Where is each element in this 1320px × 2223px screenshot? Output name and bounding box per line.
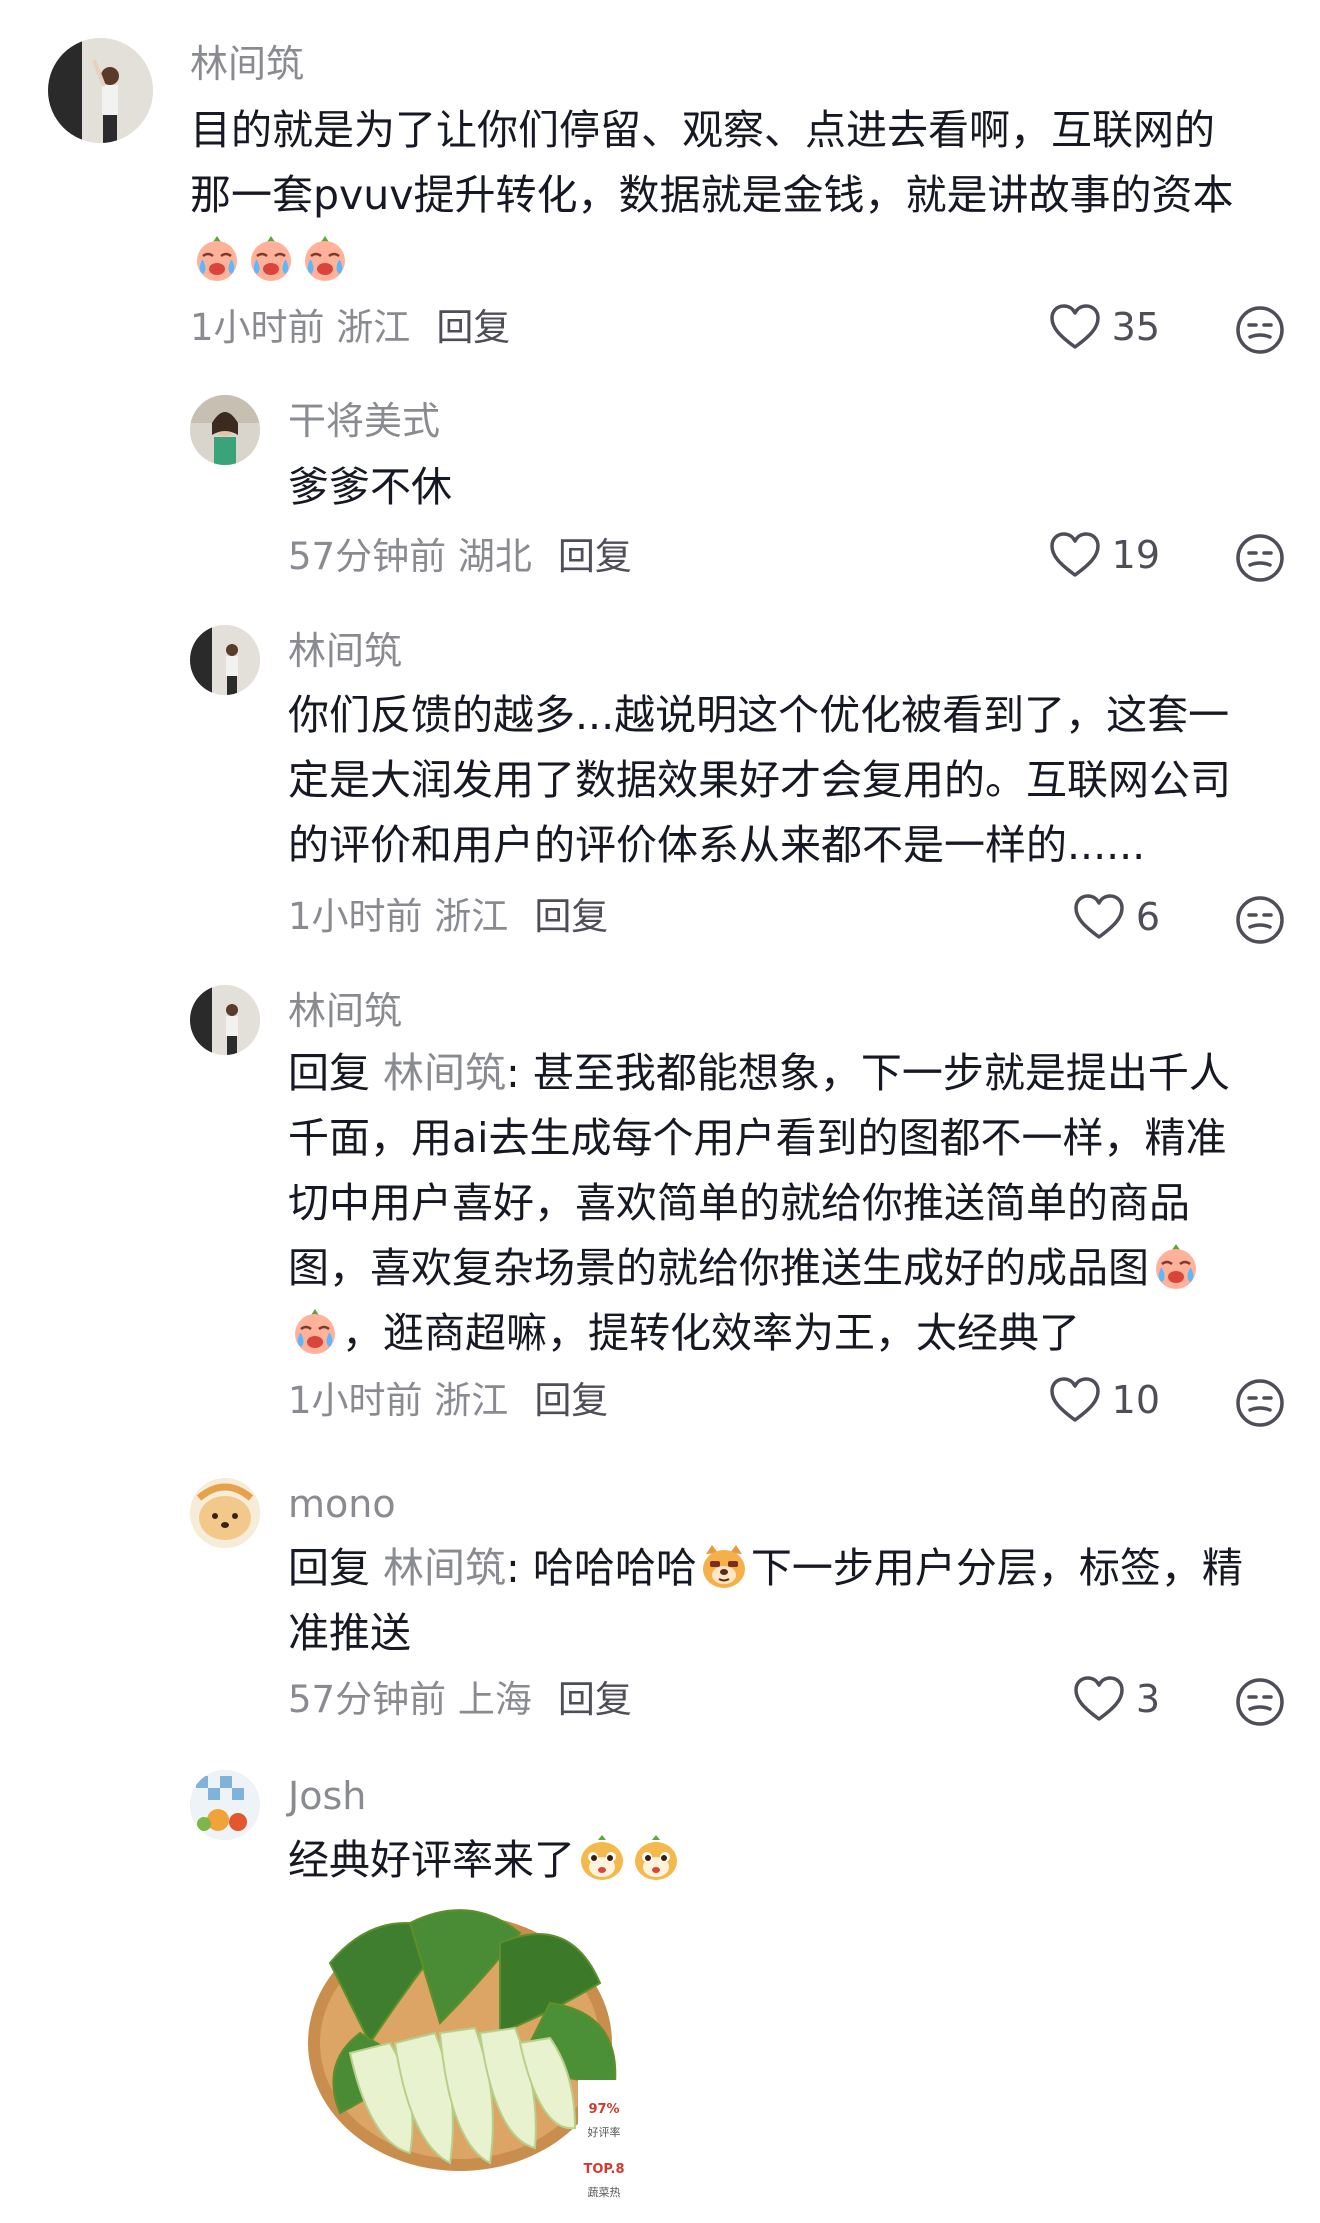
- comment-text: 回复 林间筑: 甚至我都能想象，下一步就是提出千人 千面，用ai去生成每个用户看…: [288, 1041, 1320, 1366]
- time-location: 57分钟前 上海: [288, 1678, 532, 1721]
- like-button[interactable]: 6: [1072, 892, 1160, 942]
- reply-prefix: 回复: [288, 1049, 370, 1097]
- comment-line: 准推送: [288, 1609, 411, 1657]
- dislike-face-icon[interactable]: [1234, 304, 1286, 356]
- dog-emoji-icon: [698, 1540, 750, 1592]
- avatar[interactable]: [190, 625, 260, 695]
- like-button[interactable]: 3: [1072, 1674, 1160, 1724]
- dislike-face-icon[interactable]: [1234, 1377, 1286, 1429]
- crying-emoji-icon: [245, 232, 297, 284]
- badge-percent: 97%: [588, 2102, 620, 2117]
- reply-to-user[interactable]: 林间筑: [383, 1544, 506, 1592]
- comment-fragment: ，逛商超嘛，提转化效率为王，太经典了: [342, 1309, 1080, 1357]
- comment-meta: 1小时前 浙江 回复: [190, 306, 510, 350]
- dislike-face-icon[interactable]: [1234, 1676, 1286, 1728]
- crying-emoji-icon: [191, 232, 243, 284]
- dislike-face-icon[interactable]: [1234, 532, 1286, 584]
- comment-line: 定是大润发用了数据效果好才会复用的。互联网公司: [288, 756, 1231, 804]
- like-count: 3: [1135, 1677, 1160, 1721]
- comment-fragment: 下一步用户分层，标签，精: [750, 1544, 1243, 1592]
- reply-button[interactable]: 回复: [436, 306, 510, 349]
- comment-item: mono 回复 林间筑: 哈哈哈哈 下一步用户分层，标签，精 准推送 57分钟前 …: [0, 1478, 1320, 1738]
- comment-author[interactable]: 林间筑: [288, 989, 402, 1033]
- avatar[interactable]: [190, 395, 260, 465]
- comment-author[interactable]: 干将美式: [288, 399, 440, 443]
- comment-line: 切中用户喜好，喜欢简单的就给你推送简单的商品: [288, 1179, 1190, 1227]
- avatar[interactable]: [190, 1478, 260, 1548]
- shiba-emoji-icon: [576, 1832, 628, 1884]
- comment-text: 经典好评率来了: [288, 1828, 1320, 1893]
- reply-prefix: 回复: [288, 1544, 370, 1592]
- like-count: 35: [1111, 305, 1160, 349]
- comment-text: 目的就是为了让你们停留、观察、点进去看啊，互联网的 那一套pvuv提升转化，数据…: [190, 98, 1250, 293]
- time-location: 1小时前 浙江: [190, 306, 411, 349]
- comment-line: 那一套pvuv提升转化，数据就是金钱，就是讲故事的资本: [190, 171, 1234, 219]
- reply-button[interactable]: 回复: [534, 1379, 608, 1422]
- comment-line: 图，喜欢复杂场景的就给你推送生成好的成品图: [288, 1236, 1320, 1301]
- badge-rank-label: 蔬菜热: [587, 2186, 621, 2199]
- comment-line: 你们反馈的越多...越说明这个优化被看到了，这套一: [288, 691, 1230, 739]
- comment-line: 经典好评率来了: [288, 1828, 1320, 1893]
- like-count: 6: [1135, 895, 1160, 939]
- shiba-emoji-icon: [630, 1832, 682, 1884]
- comment-item: 林间筑 回复 林间筑: 甚至我都能想象，下一步就是提出千人 千面，用ai去生成每…: [0, 985, 1320, 1445]
- heart-icon: [1048, 1375, 1102, 1425]
- crying-emoji-icon: [1150, 1240, 1202, 1292]
- comment-author[interactable]: 林间筑: [288, 629, 402, 673]
- comment-text: 回复 林间筑: 哈哈哈哈 下一步用户分层，标签，精 准推送: [288, 1536, 1320, 1666]
- time-location: 1小时前 浙江: [288, 1379, 509, 1422]
- comment-line: 爹爹不休: [288, 463, 452, 511]
- comment-fragment: 图，喜欢复杂场景的就给你推送生成好的成品图: [288, 1244, 1149, 1292]
- comment-line: 千面，用ai去生成每个用户看到的图都不一样，精准: [288, 1114, 1227, 1162]
- reply-button[interactable]: 回复: [558, 1678, 632, 1721]
- emoji-row: [190, 228, 1250, 293]
- like-count: 10: [1111, 1378, 1160, 1422]
- comment-meta: 57分钟前 上海 回复: [288, 1678, 632, 1722]
- heart-icon: [1048, 302, 1102, 352]
- time-location: 57分钟前 湖北: [288, 535, 532, 578]
- comment-text: 爹爹不休: [288, 455, 1320, 520]
- comment-line: 目的就是为了让你们停留、观察、点进去看啊，互联网的: [190, 106, 1215, 154]
- crying-emoji-icon: [299, 232, 351, 284]
- comment-text: 你们反馈的越多...越说明这个优化被看到了，这套一 定是大润发用了数据效果好才会…: [288, 683, 1320, 878]
- comment-meta: 1小时前 浙江 回复: [288, 1379, 608, 1423]
- crying-emoji-icon: [289, 1305, 341, 1357]
- reply-to-user[interactable]: 林间筑: [383, 1049, 506, 1097]
- comment-author[interactable]: mono: [288, 1482, 396, 1526]
- comment-line: 回复 林间筑: 哈哈哈哈 下一步用户分层，标签，精: [288, 1536, 1320, 1601]
- time-location: 1小时前 浙江: [288, 895, 509, 938]
- avatar[interactable]: [190, 985, 260, 1055]
- comment-line: 回复 林间筑: 甚至我都能想象，下一步就是提出千人: [288, 1041, 1320, 1106]
- comment-fragment: : 哈哈哈哈: [506, 1544, 697, 1592]
- comment-item: 林间筑 你们反馈的越多...越说明这个优化被看到了，这套一 定是大润发用了数据效…: [0, 625, 1320, 955]
- heart-icon: [1048, 530, 1102, 580]
- avatar[interactable]: [48, 38, 153, 143]
- dislike-face-icon[interactable]: [1234, 894, 1286, 946]
- comment-meta: 1小时前 浙江 回复: [288, 895, 608, 939]
- badge-rank: TOP.8: [583, 2162, 625, 2177]
- reply-button[interactable]: 回复: [558, 535, 632, 578]
- comment-line: ，逛商超嘛，提转化效率为王，太经典了: [288, 1301, 1320, 1366]
- badge-label: 好评率: [587, 2126, 621, 2139]
- heart-icon: [1072, 1674, 1126, 1724]
- like-count: 19: [1111, 533, 1160, 577]
- comment-fragment: 经典好评率来了: [288, 1836, 575, 1884]
- like-button[interactable]: 19: [1048, 530, 1160, 580]
- comment-item: Josh 经典好评率来了: [0, 1770, 1320, 2223]
- comment-item: 林间筑 目的就是为了让你们停留、观察、点进去看啊，互联网的 那一套pvuv提升转…: [0, 34, 1320, 344]
- reply-button[interactable]: 回复: [534, 895, 608, 938]
- comment-author[interactable]: Josh: [288, 1774, 366, 1818]
- avatar[interactable]: [190, 1770, 260, 1840]
- comment-fragment: : 甚至我都能想象，下一步就是提出千人: [506, 1049, 1230, 1097]
- heart-icon: [1072, 892, 1126, 942]
- rating-badge: 97% 好评率 TOP.8 蔬菜热: [578, 2080, 630, 2223]
- like-button[interactable]: 10: [1048, 1375, 1160, 1425]
- comment-author[interactable]: 林间筑: [190, 42, 304, 86]
- comment-line: 的评价和用户的评价体系从来都不是一样的......: [288, 821, 1146, 869]
- comment-item: 干将美式 爹爹不休 57分钟前 湖北 回复 19: [0, 395, 1320, 585]
- like-button[interactable]: 35: [1048, 302, 1160, 352]
- comment-meta: 57分钟前 湖北 回复: [288, 535, 632, 579]
